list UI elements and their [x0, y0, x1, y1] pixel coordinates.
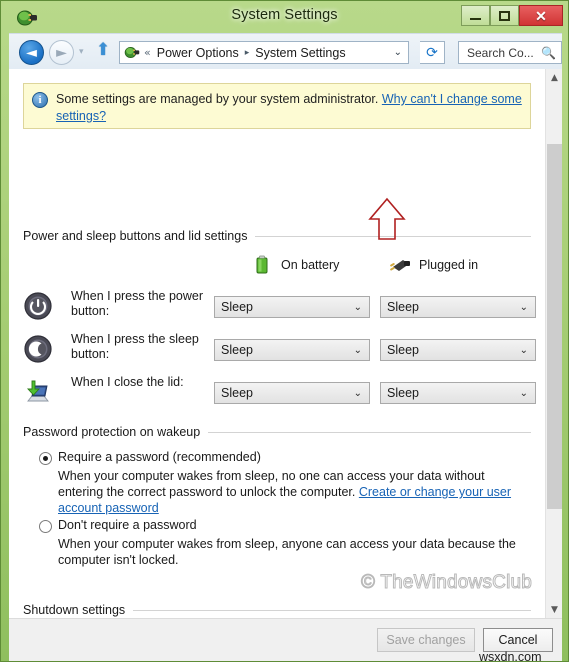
address-bar[interactable]: « Power Options ▸ System Settings ⌄ [119, 41, 409, 64]
address-chevron-down-icon[interactable]: ⌄ [394, 47, 402, 58]
dropdown-value: Sleep [387, 343, 419, 357]
battery-icon [256, 255, 268, 274]
address-power-plug-icon [124, 47, 140, 58]
column-label-on-battery: On battery [281, 258, 340, 272]
refresh-icon: ⟳ [426, 44, 438, 61]
radio-button-no-password[interactable] [39, 520, 52, 533]
section-title-power-buttons: Power and sleep buttons and lid settings [23, 229, 248, 243]
dropdown-close-lid-on-battery[interactable]: Sleep ⌄ [214, 382, 370, 404]
setting-row-close-lid: When I close the lid: Sleep ⌄ Sleep ⌄ [23, 375, 536, 411]
radio-label-require-password: Require a password (recommended) [58, 450, 261, 464]
setting-label-power-button: When I press the power button: [71, 289, 204, 318]
breadcrumb-overflow-icon[interactable]: « [144, 46, 151, 59]
setting-label-sleep-button: When I press the sleep button: [71, 332, 199, 361]
dropdown-value: Sleep [221, 300, 253, 314]
up-arrow-icon[interactable]: ⬆ [96, 42, 110, 59]
section-title-password-protection: Password protection on wakeup [23, 425, 201, 439]
radio-button-require-password[interactable] [39, 452, 52, 465]
breadcrumb-power-options[interactable]: Power Options [157, 46, 239, 60]
admin-notice-bar: i Some settings are managed by your syst… [23, 83, 531, 129]
breadcrumb-separator-icon: ▸ [244, 47, 250, 58]
back-arrow-icon: ◄ [26, 44, 37, 61]
minimize-button[interactable] [461, 5, 490, 26]
title-bar[interactable]: System Settings ✕ [1, 1, 568, 33]
admin-notice-text: Some settings are managed by your system… [56, 91, 522, 128]
chevron-down-icon: ⌄ [519, 301, 528, 313]
dropdown-power-button-plugged-in[interactable]: Sleep ⌄ [380, 296, 536, 318]
dropdown-value: Sleep [221, 343, 253, 357]
maximize-button[interactable] [490, 5, 519, 26]
chevron-down-icon: ▼ [551, 604, 558, 615]
navigation-bar: ◄ ► ▾ ⬆ « Power Options ▸ System Setting… [9, 33, 562, 69]
setting-label-close-lid: When I close the lid: [71, 375, 184, 389]
chevron-up-icon: ▲ [551, 72, 558, 83]
section-divider [133, 609, 531, 611]
chevron-down-icon: ⌄ [353, 344, 362, 356]
forward-button[interactable]: ► [49, 40, 74, 65]
recent-locations-chevron-down-icon[interactable]: ▾ [79, 47, 84, 57]
maximize-icon [499, 10, 510, 21]
vertical-scrollbar[interactable]: ▲ ▼ [545, 69, 562, 618]
dropdown-power-button-on-battery[interactable]: Sleep ⌄ [214, 296, 370, 318]
sleep-button-icon [24, 335, 52, 363]
chevron-down-icon: ⌄ [353, 301, 362, 313]
back-button[interactable]: ◄ [19, 40, 44, 65]
section-header-power-buttons: Power and sleep buttons and lid settings [23, 229, 531, 243]
section-header-shutdown: Shutdown settings [23, 603, 531, 617]
admin-notice-message: Some settings are managed by your system… [56, 92, 382, 106]
close-lid-icon [26, 380, 49, 402]
search-input[interactable] [465, 44, 539, 61]
section-divider [208, 431, 531, 433]
close-button[interactable]: ✕ [519, 5, 563, 26]
search-icon: 🔍 [541, 45, 556, 60]
power-plug-icon [390, 260, 410, 271]
radio-description-no-password: When your computer wakes from sleep, any… [58, 537, 516, 567]
search-box[interactable]: 🔍 [458, 41, 562, 64]
dropdown-value: Sleep [221, 386, 253, 400]
cancel-button[interactable]: Cancel [483, 628, 553, 652]
chevron-down-icon: ⌄ [519, 344, 528, 356]
column-header-plugged-in: Plugged in [387, 255, 478, 275]
section-title-shutdown: Shutdown settings [23, 603, 126, 617]
info-icon: i [32, 92, 48, 108]
watermark-thewindowsclub: © TheWindowsClub [360, 572, 533, 594]
power-button-icon [24, 292, 52, 320]
chevron-down-icon: ⌄ [519, 387, 528, 399]
chevron-down-icon: ⌄ [353, 387, 362, 399]
breadcrumb-system-settings[interactable]: System Settings [255, 46, 345, 60]
watermark-wsxdn: wsxdn.com [479, 650, 542, 664]
window-frame: System Settings ✕ ◄ ► ▾ ⬆ « Power Option… [0, 0, 569, 662]
dropdown-sleep-button-on-battery[interactable]: Sleep ⌄ [214, 339, 370, 361]
column-header-on-battery: On battery [249, 255, 339, 275]
setting-row-power-button: When I press the power button: Sleep ⌄ S… [23, 289, 536, 325]
close-icon: ✕ [535, 7, 547, 24]
refresh-button[interactable]: ⟳ [420, 41, 445, 64]
section-divider [255, 235, 531, 237]
dropdown-sleep-button-plugged-in[interactable]: Sleep ⌄ [380, 339, 536, 361]
settings-content-pane: i Some settings are managed by your syst… [9, 69, 562, 618]
forward-arrow-icon: ► [56, 44, 67, 61]
section-header-password-protection: Password protection on wakeup [23, 425, 531, 439]
save-changes-button[interactable]: Save changes [377, 628, 475, 652]
column-label-plugged-in: Plugged in [419, 258, 479, 272]
minimize-icon [470, 17, 481, 20]
scrollbar-thumb[interactable] [547, 144, 562, 509]
setting-row-sleep-button: When I press the sleep button: Sleep ⌄ S… [23, 332, 536, 368]
dropdown-close-lid-plugged-in[interactable]: Sleep ⌄ [380, 382, 536, 404]
scroll-down-button[interactable]: ▼ [546, 601, 562, 618]
radio-description-require-password: When your computer wakes from sleep, no … [58, 468, 528, 516]
radio-label-no-password: Don't require a password [58, 518, 197, 532]
dropdown-value: Sleep [387, 300, 419, 314]
scroll-up-button[interactable]: ▲ [546, 69, 562, 86]
settings-content: i Some settings are managed by your syst… [9, 69, 545, 618]
dropdown-value: Sleep [387, 386, 419, 400]
